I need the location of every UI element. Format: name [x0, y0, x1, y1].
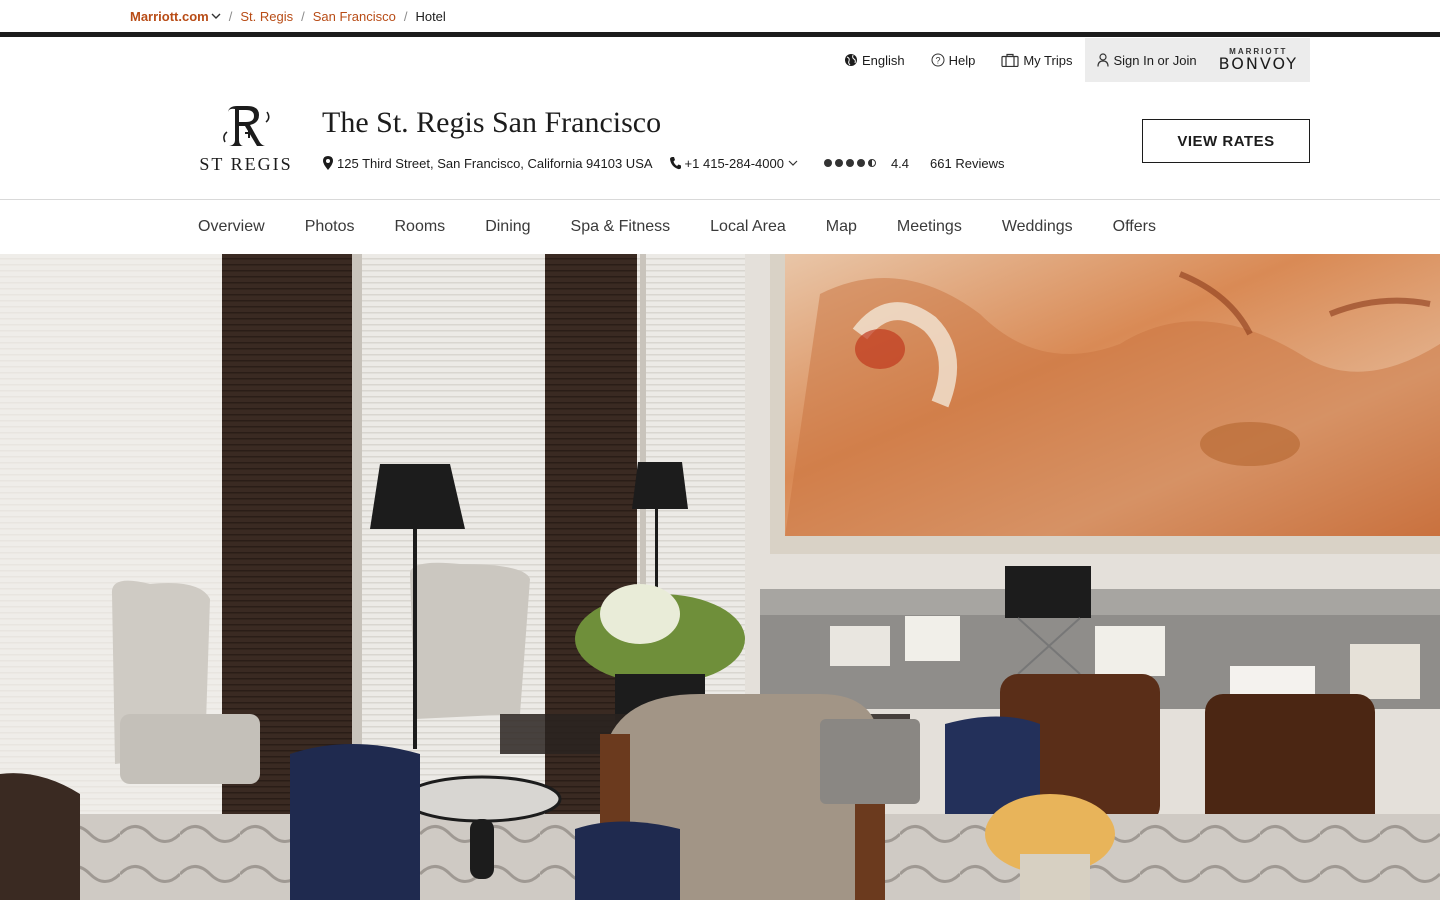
rating-score: 4.4 — [890, 155, 910, 171]
suitcase-icon — [1001, 53, 1019, 67]
hotel-address-link[interactable]: 125 Third Street, San Francisco, Califor… — [322, 155, 653, 171]
breadcrumb-separator: / — [301, 8, 305, 24]
help-icon: ? — [931, 53, 945, 67]
help-link[interactable]: ? Help — [918, 38, 989, 82]
hotel-nav: Overview Photos Rooms Dining Spa & Fitne… — [178, 200, 1176, 254]
st-regis-wordmark: ST REGIS — [199, 154, 293, 174]
tab-offers[interactable]: Offers — [1093, 218, 1176, 236]
language-label: English — [861, 52, 905, 68]
hotel-phone: +1 415-284-4000 — [684, 155, 784, 171]
tab-local-area[interactable]: Local Area — [690, 218, 806, 236]
rating-dot-full — [823, 159, 832, 167]
hotel-rating[interactable]: 4.4 661 Reviews — [823, 155, 1005, 171]
breadcrumb-separator: / — [228, 8, 233, 24]
marriott-bonvoy-logo[interactable]: MARRIOTT BONVOY — [1219, 48, 1298, 72]
view-rates-button[interactable]: VIEW RATES — [1142, 119, 1310, 163]
hotel-phone-link[interactable]: +1 415-284-4000 — [669, 156, 798, 171]
st-regis-monogram-icon — [223, 106, 270, 146]
breadcrumb: Marriott.com / St. Regis / San Francisco… — [130, 8, 446, 24]
help-label: Help — [948, 52, 976, 68]
globe-icon — [844, 54, 857, 66]
hero-image — [0, 254, 1440, 900]
breadcrumb-item-san-francisco[interactable]: San Francisco — [313, 9, 396, 24]
hotel-address: 125 Third Street, San Francisco, Califor… — [337, 155, 653, 171]
rating-dot-full — [856, 159, 865, 167]
tab-meetings[interactable]: Meetings — [877, 218, 982, 236]
breadcrumb-item-st-regis[interactable]: St. Regis — [240, 9, 293, 24]
lobby-photo — [0, 254, 1440, 900]
utility-bar: English ? Help My Trips Sign In or Join … — [831, 38, 1310, 82]
st-regis-logo[interactable]: ST REGIS — [192, 102, 300, 176]
tab-spa-fitness[interactable]: Spa & Fitness — [551, 218, 691, 236]
my-trips-link[interactable]: My Trips — [988, 38, 1085, 82]
language-selector[interactable]: English — [831, 38, 918, 82]
sign-in-label: Sign In or Join — [1113, 52, 1197, 68]
sign-in-panel: Sign In or Join MARRIOTT BONVOY — [1085, 38, 1310, 82]
breadcrumb-current: Hotel — [415, 8, 446, 24]
user-icon — [1097, 53, 1110, 67]
svg-text:?: ? — [935, 56, 940, 66]
rating-dot-full — [845, 159, 854, 167]
sign-in-link[interactable]: Sign In or Join — [1097, 52, 1197, 68]
my-trips-label: My Trips — [1023, 52, 1073, 68]
review-count: 661 Reviews — [930, 155, 1005, 171]
header-divider — [0, 32, 1440, 37]
phone-icon — [669, 157, 681, 170]
hotel-name: The St. Regis San Francisco — [322, 106, 662, 139]
location-pin-icon — [323, 156, 333, 170]
breadcrumb-home-label: Marriott.com — [130, 8, 209, 24]
tab-map[interactable]: Map — [806, 218, 877, 236]
tab-photos[interactable]: Photos — [285, 218, 375, 236]
hotel-nav-bar: Overview Photos Rooms Dining Spa & Fitne… — [0, 199, 1440, 254]
rating-dot-full — [834, 159, 843, 167]
hotel-meta: 125 Third Street, San Francisco, Califor… — [322, 155, 1004, 171]
chevron-down-icon — [788, 160, 798, 166]
tab-weddings[interactable]: Weddings — [982, 218, 1093, 236]
rating-dot-partial — [867, 159, 876, 167]
bonvoy-main-text: BONVOY — [1218, 54, 1298, 73]
tab-overview[interactable]: Overview — [178, 218, 285, 236]
breadcrumb-separator: / — [403, 8, 408, 24]
tab-dining[interactable]: Dining — [465, 218, 550, 236]
chevron-down-icon — [211, 13, 221, 19]
tab-rooms[interactable]: Rooms — [375, 218, 466, 236]
breadcrumb-home[interactable]: Marriott.com — [130, 9, 221, 24]
